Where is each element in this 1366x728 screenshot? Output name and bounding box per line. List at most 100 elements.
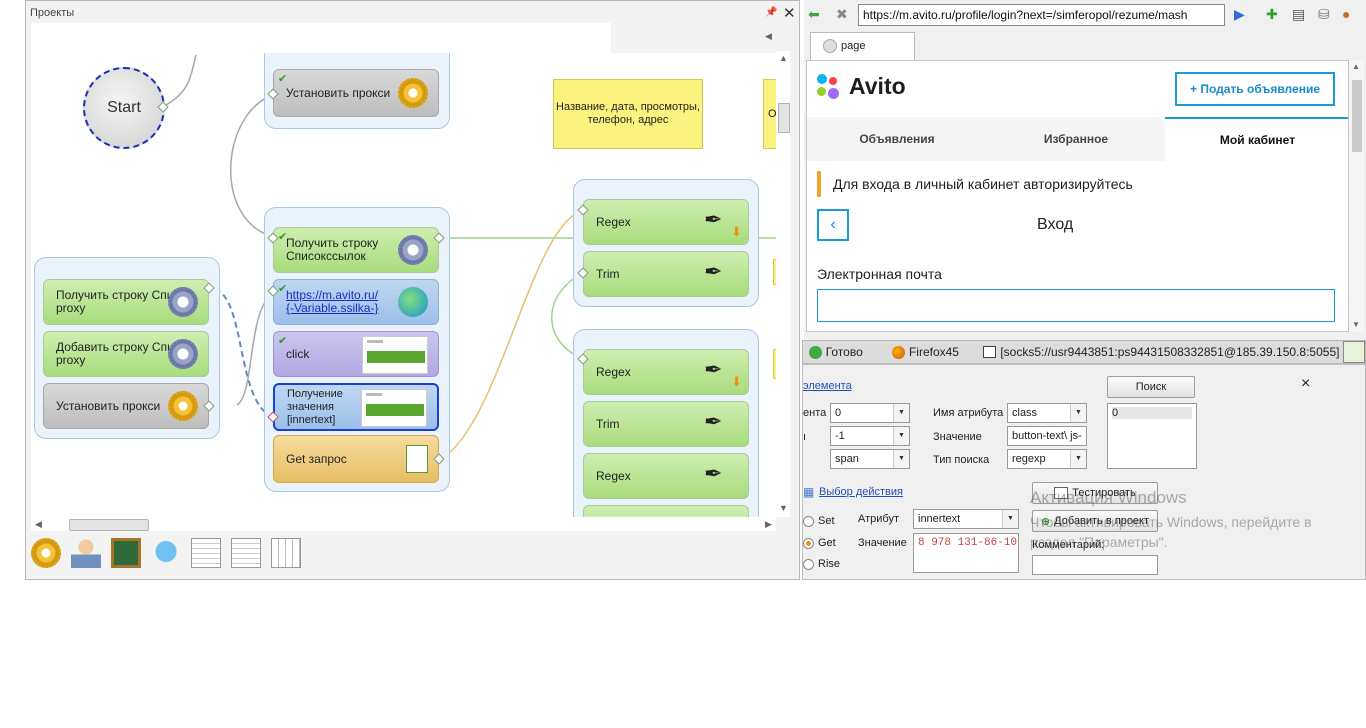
pin-icon[interactable]: 📌: [765, 7, 777, 18]
notes-icon[interactable]: ▤: [1292, 6, 1305, 23]
search-button[interactable]: Поиск: [1107, 376, 1195, 398]
scroll-up-icon[interactable]: ▲: [1352, 62, 1360, 71]
list-tool-icon[interactable]: [231, 538, 261, 568]
node-click[interactable]: ✔ click: [273, 331, 439, 377]
tab-my-account[interactable]: Мой кабинет: [1165, 117, 1348, 161]
scroll-thumb[interactable]: [778, 103, 790, 133]
horizontal-scrollbar[interactable]: ◀ ▶: [31, 517, 776, 531]
radio-set[interactable]: [803, 516, 814, 527]
windows-activation-title: Активация Windows: [1030, 488, 1187, 507]
login-title: Вход: [1037, 216, 1074, 233]
table-tool-icon[interactable]: [271, 538, 301, 568]
node-get-request[interactable]: Get запрос: [273, 435, 439, 483]
chevron-down-icon: ▼: [893, 450, 909, 468]
value-textarea[interactable]: 8 978 131-86-10: [913, 533, 1019, 573]
node-regex-1[interactable]: Regex ✒ ⬇: [583, 199, 749, 245]
results-list[interactable]: 0: [1107, 403, 1197, 469]
tab-favorites[interactable]: Избранное: [987, 117, 1165, 161]
radio-rise-label: Rise: [818, 558, 841, 570]
scroll-down-icon[interactable]: ▼: [779, 503, 788, 513]
close-icon[interactable]: ×: [1301, 375, 1310, 393]
index-combo[interactable]: 0 ▼: [830, 403, 910, 423]
search-type-label: Тип поиска: [933, 454, 990, 466]
user-tool-icon[interactable]: [71, 538, 101, 568]
scroll-left-icon[interactable]: ◀: [35, 519, 42, 530]
node-trim-2[interactable]: Trim ✒: [583, 401, 749, 447]
start-node[interactable]: Start: [83, 67, 165, 149]
avito-logo[interactable]: Avito: [849, 73, 906, 100]
post-ad-button[interactable]: + Подать объявление: [1175, 72, 1335, 106]
value-field[interactable]: button-text\ js-: [1007, 426, 1087, 446]
gear-icon: [398, 78, 428, 108]
scroll-up-icon[interactable]: ▲: [779, 53, 788, 63]
cookie-icon[interactable]: ●: [1342, 6, 1350, 22]
firefox-icon: [892, 345, 905, 359]
vertical-scrollbar[interactable]: ▲ ▼: [776, 51, 790, 517]
check-icon: ✔: [278, 73, 288, 85]
node-add-row-proxy[interactable]: Добавить строку Список proxy: [43, 331, 209, 377]
logo-dot-icon: [829, 77, 837, 85]
tab-ads[interactable]: Объявления: [807, 117, 987, 161]
back-button[interactable]: ‹: [817, 209, 849, 241]
page-scrollbar[interactable]: ▲ ▼: [1349, 60, 1364, 332]
node-regex-2[interactable]: Regex ✒ ⬇: [583, 349, 749, 395]
list-tool-icon[interactable]: [191, 538, 221, 568]
comment-field[interactable]: [1032, 555, 1158, 575]
node-label: Trim: [596, 266, 620, 281]
gear-icon: [168, 287, 198, 317]
stop-icon[interactable]: ✖: [836, 6, 848, 23]
node-label: Установить прокси: [286, 85, 391, 100]
scroll-thumb[interactable]: [1352, 80, 1362, 152]
pen-icon: ✒: [704, 357, 723, 382]
project-canvas[interactable]: ◀ ▶ Start ✔ Установить прокси ✔ Полу: [31, 23, 776, 517]
sticky-note[interactable]: Название, дата, просмотры, телефон, адре…: [553, 79, 703, 149]
blackboard-tool-icon[interactable]: [111, 538, 141, 568]
node-get-row-proxy[interactable]: Получить строку Список proxy: [43, 279, 209, 325]
node-label: Regex: [596, 214, 631, 229]
radio-get[interactable]: [803, 538, 814, 549]
node-get-value[interactable]: Получение значения [innertext]: [273, 383, 439, 431]
radio-rise[interactable]: [803, 559, 814, 570]
attr-name-combo[interactable]: class ▼: [1007, 403, 1087, 423]
tag-combo[interactable]: span ▼: [830, 449, 910, 469]
nav-left-icon[interactable]: ◀: [765, 31, 772, 42]
projects-panel: Проекты 📌 ✕ ◀ ▶ Start ✔ Установить прокс…: [25, 0, 800, 580]
node-trim-1[interactable]: Trim ✒: [583, 251, 749, 297]
node-label: click: [286, 346, 310, 361]
database-icon[interactable]: ⛁: [1318, 6, 1330, 23]
sticky-note-partial[interactable]: О: [763, 79, 776, 149]
element-link[interactable]: элемента: [803, 380, 852, 392]
scroll-down-icon[interactable]: ▼: [1352, 320, 1360, 329]
add-icon[interactable]: ✚: [1266, 6, 1278, 23]
node-get-row-links[interactable]: ✔ Получить строку Списокссылок: [273, 227, 439, 273]
value-label: Значение: [933, 431, 982, 443]
node-set-proxy-left[interactable]: Установить прокси: [43, 383, 209, 429]
search-button-label: Поиск: [1135, 381, 1167, 393]
note-text: О: [768, 107, 776, 120]
url-bar[interactable]: https://m.avito.ru/profile/login?next=/s…: [858, 4, 1225, 26]
node-set-proxy-top[interactable]: ✔ Установить прокси: [273, 69, 439, 117]
bug-tool-icon[interactable]: [151, 538, 181, 568]
node-navigate-url[interactable]: ✔ https://m.avito.ru/{-Variable.ssilka-}: [273, 279, 439, 325]
logo-dot-icon: [817, 87, 826, 96]
scroll-thumb[interactable]: [69, 519, 149, 531]
email-field[interactable]: [817, 289, 1335, 322]
go-icon[interactable]: ▶: [1234, 6, 1245, 23]
tab-page[interactable]: page: [810, 32, 915, 60]
number-combo[interactable]: -1 ▼: [830, 426, 910, 446]
attribute-combo[interactable]: innertext ▼: [913, 509, 1019, 529]
node-regex-3[interactable]: Regex ✒: [583, 453, 749, 499]
check-icon: ✔: [278, 283, 288, 295]
close-icon[interactable]: ✕: [783, 4, 796, 22]
settings-tool-icon[interactable]: [31, 538, 61, 568]
node-label: Regex: [596, 468, 631, 483]
choose-action-link[interactable]: Выбор действия: [819, 486, 903, 498]
chevron-down-icon: ▼: [1002, 510, 1018, 528]
screenshot-button[interactable]: [1343, 341, 1365, 363]
scroll-right-icon[interactable]: ▶: [765, 519, 772, 530]
canvas-header: [31, 23, 611, 53]
check-icon: ✔: [278, 231, 288, 243]
search-type-combo[interactable]: regexp ▼: [1007, 449, 1087, 469]
back-arrow-icon[interactable]: ⬅: [808, 6, 820, 23]
node-partial[interactable]: [583, 505, 749, 517]
